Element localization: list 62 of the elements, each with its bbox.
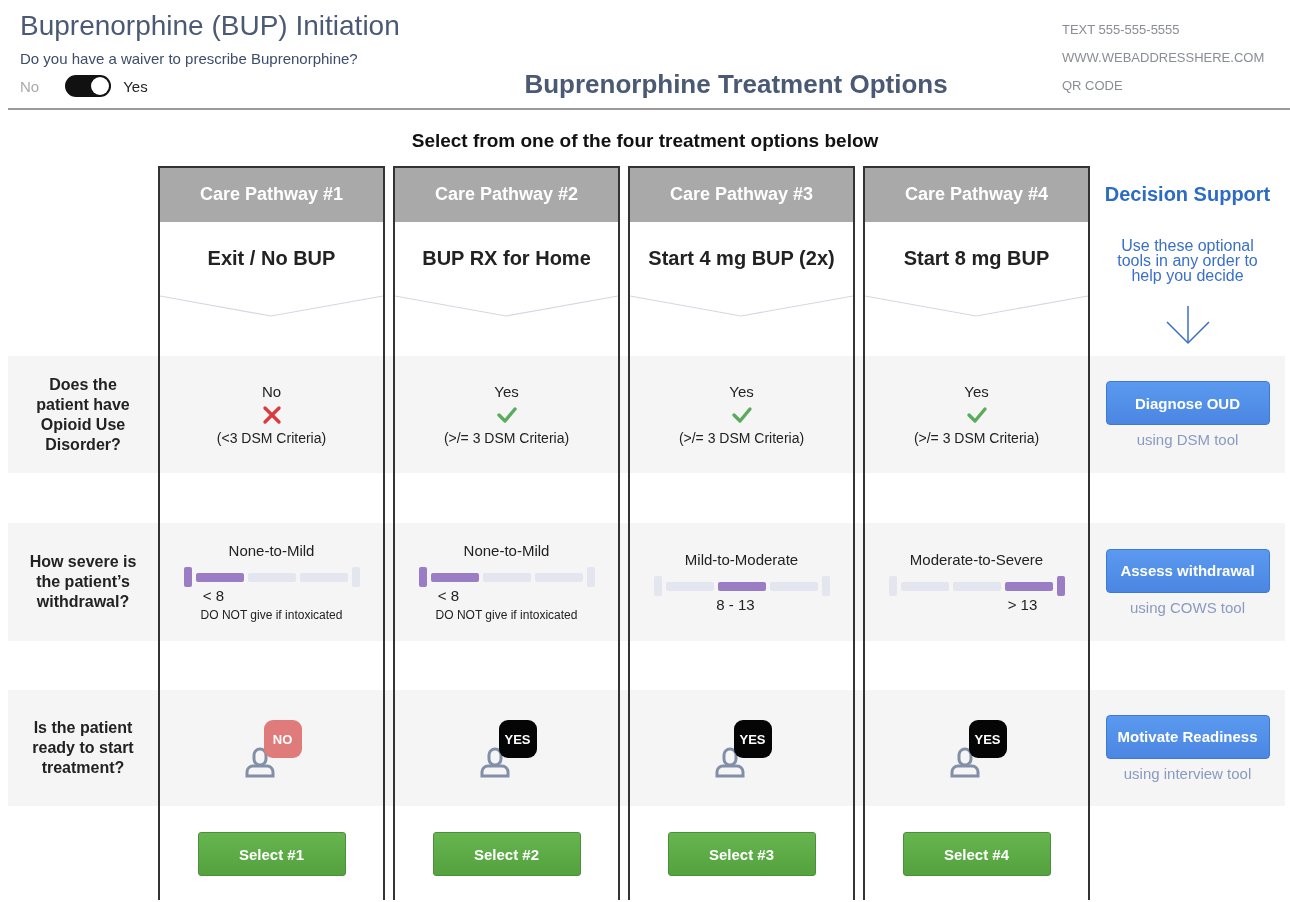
criteria-text: (>/= 3 DSM Criteria) xyxy=(913,430,1040,446)
diagnosis-answer: Yes xyxy=(494,383,519,400)
question-label: Is the patient ready to start treatment? xyxy=(31,718,135,778)
pathway-title: Exit / No BUP xyxy=(207,246,336,270)
instruction-text: Select from one of the four treatment options below xyxy=(411,130,879,151)
score-range: > 13 xyxy=(1006,596,1039,613)
criteria-text: (<3 DSM Criteria) xyxy=(216,430,327,446)
pathway-title: Start 8 mg BUP xyxy=(903,246,1050,270)
pathway-title: Start 4 mg BUP (2x) xyxy=(648,246,835,270)
pathway-header: Care Pathway #2 xyxy=(393,166,620,222)
tool-caption: using interview tool xyxy=(1123,764,1252,782)
readiness-badge: YES xyxy=(968,720,1007,758)
question-label: Does the patient have Opioid Use Disorder? xyxy=(35,374,131,455)
select-button[interactable]: Select #4 xyxy=(902,832,1051,876)
scale-end-cap xyxy=(418,567,427,587)
contact-line: TEXT 555-555-5555 xyxy=(1062,21,1181,39)
pathway-header: Care Pathway #1 xyxy=(158,166,385,222)
tool-button[interactable]: Diagnose OUD xyxy=(1105,381,1270,425)
readiness-badge: NO xyxy=(263,720,302,758)
scale-end-cap xyxy=(1056,576,1065,596)
severity-label: Moderate-to-Severe xyxy=(909,551,1044,568)
contact-line: QR CODE xyxy=(1062,77,1124,95)
pathway-title: BUP RX for Home xyxy=(422,246,591,270)
readiness-badge: YES xyxy=(498,720,537,758)
select-button[interactable]: Select #3 xyxy=(667,832,816,876)
pathway-header: Care Pathway #3 xyxy=(628,166,855,222)
select-button[interactable]: Select #2 xyxy=(432,832,581,876)
scale-end-cap xyxy=(183,567,192,587)
tool-button[interactable]: Motivate Readiness xyxy=(1105,714,1270,759)
toggle-switch[interactable] xyxy=(65,75,112,97)
tool-caption: using DSM tool xyxy=(1136,431,1239,448)
pathway-header: Care Pathway #4 xyxy=(863,166,1090,222)
person-icon xyxy=(478,746,511,778)
severity-label: None-to-Mild xyxy=(463,542,550,559)
warning-note: DO NOT give if intoxicated xyxy=(435,608,578,622)
person-icon xyxy=(713,746,746,778)
decision-support-intro: Use these optional tools in any order to help you decide xyxy=(1116,238,1259,283)
page-title: Buprenorphine (BUP) Initiation xyxy=(20,10,401,42)
person-icon xyxy=(243,746,276,778)
decision-support-title: Decision Support xyxy=(1103,181,1272,207)
section-title: Buprenorphine Treatment Options xyxy=(524,69,948,100)
criteria-text: (>/= 3 DSM Criteria) xyxy=(443,430,570,446)
score-range: < 8 xyxy=(201,587,226,604)
diagnosis-answer: No xyxy=(261,383,282,400)
readiness-badge: YES xyxy=(733,720,772,758)
waiver-question: Do you have a waiver to prescribe Buprenorphine? xyxy=(20,50,359,67)
toggle-on-label: Yes xyxy=(123,77,148,95)
warning-note: DO NOT give if intoxicated xyxy=(200,608,343,622)
tool-button[interactable]: Assess withdrawal xyxy=(1105,548,1270,593)
score-range: 8 - 13 xyxy=(715,596,756,613)
tool-caption: using COWS tool xyxy=(1129,598,1245,616)
diagnosis-answer: Yes xyxy=(729,383,754,400)
severity-label: Mild-to-Moderate xyxy=(684,551,799,568)
select-button[interactable]: Select #1 xyxy=(197,832,346,876)
question-label: How severe is the patient’s withdrawal? xyxy=(29,552,137,612)
person-icon xyxy=(948,746,981,778)
criteria-text: (>/= 3 DSM Criteria) xyxy=(678,430,805,446)
severity-label: None-to-Mild xyxy=(228,542,315,559)
diagnosis-answer: Yes xyxy=(964,383,989,400)
toggle-off-label: No xyxy=(20,77,40,95)
contact-line: WWW.WEBADDRESSHERE.COM xyxy=(1062,49,1266,67)
score-range: < 8 xyxy=(436,587,461,604)
